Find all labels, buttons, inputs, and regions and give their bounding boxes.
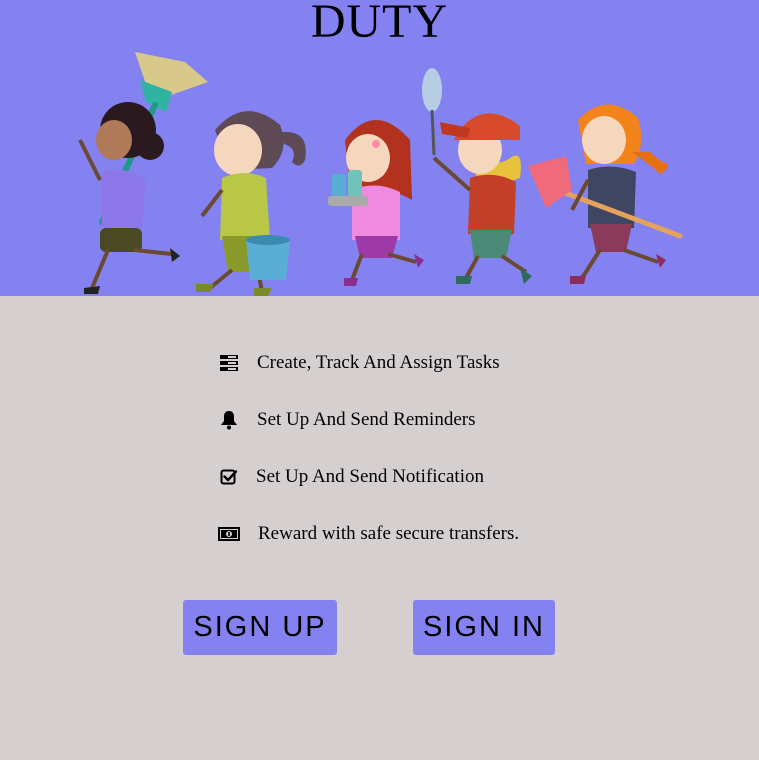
kid-with-pink-broom-illustration (528, 104, 683, 284)
feature-item-rewards: Reward with safe secure transfers. (218, 519, 519, 549)
kid-with-broom-illustration (78, 52, 208, 294)
kid-with-duster-illustration (422, 68, 532, 284)
sign-up-button[interactable]: SIGN UP (183, 600, 337, 655)
money-bill-icon (218, 523, 240, 545)
feature-label: Reward with safe secure transfers. (258, 523, 520, 544)
feature-item-reminders: Set Up And Send Reminders (218, 405, 476, 435)
hero-banner: DUTY (0, 0, 759, 296)
check-square-icon (218, 466, 240, 488)
feature-item-tasks: Create, Track And Assign Tasks (218, 348, 500, 378)
kid-with-bucket-illustration (196, 111, 306, 296)
list-icon (218, 352, 240, 374)
feature-label: Set Up And Send Notification (256, 466, 484, 487)
kids-doing-chores-illustration (78, 52, 683, 296)
kid-with-spray-bottles-illustration (328, 120, 424, 286)
feature-label: Set Up And Send Reminders (257, 409, 476, 430)
sign-in-button[interactable]: SIGN IN (413, 600, 555, 655)
bell-icon (218, 409, 240, 431)
feature-item-notification: Set Up And Send Notification (218, 462, 484, 492)
feature-label: Create, Track And Assign Tasks (257, 352, 500, 373)
